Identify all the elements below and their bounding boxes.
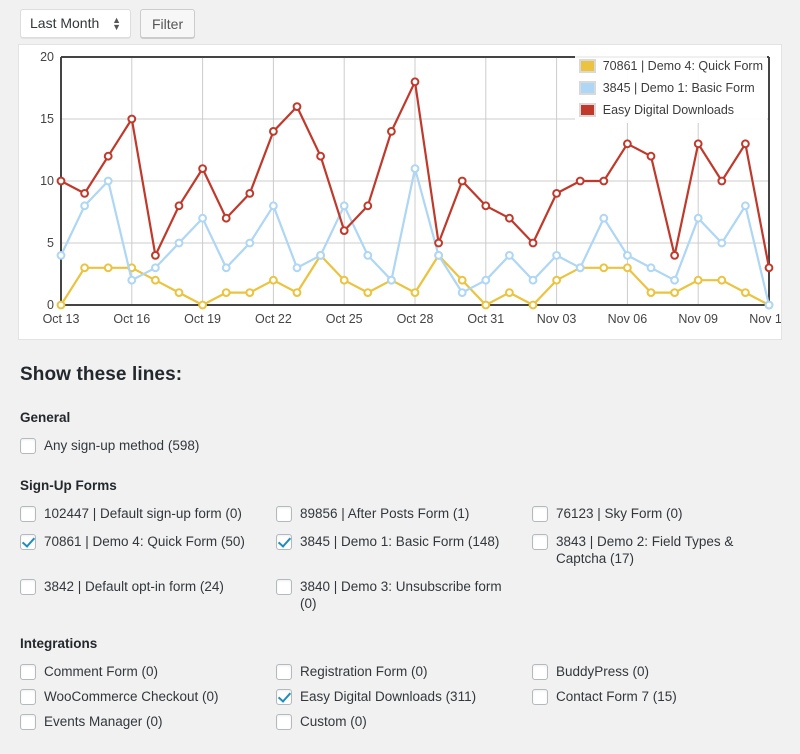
checkbox-icon[interactable] [532, 689, 548, 705]
filter-checkbox-item[interactable]: Registration Form (0) [276, 663, 532, 680]
legend-color-swatch [578, 103, 596, 117]
filter-checkbox-item[interactable]: Any sign-up method (598) [20, 437, 276, 454]
filter-checkbox-item[interactable]: 3842 | Default opt-in form (24) [20, 578, 276, 612]
filter-checkbox-item[interactable]: WooCommerce Checkout (0) [20, 688, 276, 705]
filter-group: Sign-Up Forms 102447 | Default sign-up fo… [20, 478, 780, 612]
filter-checkbox-item[interactable]: 3840 | Demo 3: Unsubscribe form (0) [276, 578, 532, 612]
filter-checkbox-label: 76123 | Sky Form (0) [556, 506, 683, 521]
legend-item[interactable]: 3845 | Demo 1: Basic Form [578, 77, 763, 99]
x-axis-tick-label: Oct 25 [326, 312, 363, 326]
chart-legend: 70861 | Demo 4: Quick Form 3845 | Demo 1:… [574, 53, 767, 123]
filter-checkbox-label: Contact Form 7 (15) [556, 689, 677, 704]
period-select[interactable]: Last Month [20, 9, 131, 38]
checkbox-icon[interactable] [532, 664, 548, 680]
checkbox-checked-icon[interactable] [20, 534, 36, 550]
checkbox-icon[interactable] [532, 534, 548, 550]
y-axis-tick-label: 10 [40, 174, 54, 188]
checkbox-grid: Comment Form (0) Registration Form (0) Bud… [20, 663, 780, 730]
filter-checkbox-item[interactable]: 70861 | Demo 4: Quick Form (50) [20, 533, 276, 567]
filter-checkbox-label: Custom (0) [300, 714, 367, 729]
checkbox-icon[interactable] [276, 714, 292, 730]
legend-color-swatch [578, 59, 596, 73]
y-axis-tick-label: 5 [47, 236, 54, 250]
filter-checkbox-label: 89856 | After Posts Form (1) [300, 506, 470, 521]
legend-item[interactable]: 70861 | Demo 4: Quick Form [578, 55, 763, 77]
filter-checkbox-label: Easy Digital Downloads (311) [300, 689, 477, 704]
checkbox-icon[interactable] [20, 714, 36, 730]
filter-checkbox-label: Any sign-up method (598) [44, 438, 200, 453]
x-axis-tick-label: Oct 28 [397, 312, 434, 326]
checkbox-icon[interactable] [276, 506, 292, 522]
checkbox-icon[interactable] [20, 689, 36, 705]
period-select-wrapper: Last Month ▲ ▼ [20, 9, 131, 38]
filter-group-title: General [20, 410, 71, 425]
filter-checkbox-label: 3840 | Demo 3: Unsubscribe form (0) [300, 579, 502, 611]
legend-label: 3845 | Demo 1: Basic Form [602, 81, 755, 95]
signups-line-chart: 0 5 10 15 20 Oct 13 Oct 16 Oct 19 Oct 22 Oct 25 Oc… [18, 44, 782, 340]
filter-checkbox-label: Events Manager (0) [44, 714, 163, 729]
x-axis-tick-label: Oct 19 [184, 312, 221, 326]
filter-checkbox-item[interactable]: 3845 | Demo 1: Basic Form (148) [276, 533, 532, 567]
filter-group: Integrations Comment Form (0) Registration… [20, 636, 780, 730]
filter-checkbox-item[interactable]: Easy Digital Downloads (311) [276, 688, 532, 705]
checkbox-icon[interactable] [20, 579, 36, 595]
x-axis-tick-label: Nov 06 [608, 312, 648, 326]
page-title: Show these lines: [20, 364, 183, 385]
filter-button[interactable]: Filter [140, 9, 196, 38]
filter-checkbox-label: 102447 | Default sign-up form (0) [44, 506, 242, 521]
legend-label: Easy Digital Downloads [602, 103, 735, 117]
checkbox-icon[interactable] [20, 438, 36, 454]
checkbox-checked-icon[interactable] [276, 534, 292, 550]
filter-checkbox-label: 70861 | Demo 4: Quick Form (50) [44, 534, 245, 549]
filter-checkbox-item[interactable]: 89856 | After Posts Form (1) [276, 505, 532, 522]
filter-checkbox-item[interactable]: 102447 | Default sign-up form (0) [20, 505, 276, 522]
filter-checkbox-label: WooCommerce Checkout (0) [44, 689, 219, 704]
line-filters: Show these lines: General Any sign-up met… [0, 364, 800, 730]
filter-checkbox-label: 3843 | Demo 2: Field Types & Captcha (17… [556, 534, 734, 566]
legend-label: 70861 | Demo 4: Quick Form [602, 59, 763, 73]
x-axis-tick-label: Oct 16 [113, 312, 150, 326]
filter-group-title: Sign-Up Forms [20, 478, 117, 493]
filter-groups: General Any sign-up method (598) Sign-Up F… [20, 410, 780, 730]
filter-checkbox-label: BuddyPress (0) [556, 664, 650, 679]
x-axis-tick-label: Nov 09 [678, 312, 718, 326]
checkbox-grid: Any sign-up method (598) [20, 437, 780, 454]
filter-checkbox-item[interactable]: Contact Form 7 (15) [532, 688, 780, 705]
x-axis-tick-label: Oct 31 [467, 312, 504, 326]
legend-color-swatch [578, 81, 596, 95]
filter-checkbox-label: 3842 | Default opt-in form (24) [44, 579, 224, 594]
filter-checkbox-label: Comment Form (0) [44, 664, 159, 679]
checkbox-icon[interactable] [276, 579, 292, 595]
filter-group: General Any sign-up method (598) [20, 410, 780, 454]
legend-item[interactable]: Easy Digital Downloads [578, 99, 763, 121]
checkbox-grid: 102447 | Default sign-up form (0) 89856 |… [20, 505, 780, 612]
filter-checkbox-label: 3845 | Demo 1: Basic Form (148) [300, 534, 500, 549]
filter-checkbox-label: Registration Form (0) [300, 664, 428, 679]
checkbox-icon[interactable] [532, 506, 548, 522]
checkbox-icon[interactable] [20, 506, 36, 522]
filter-checkbox-item[interactable]: Events Manager (0) [20, 713, 276, 730]
checkbox-checked-icon[interactable] [276, 689, 292, 705]
filter-group-title: Integrations [20, 636, 98, 651]
x-axis-tick-label: Nov 03 [537, 312, 577, 326]
filter-checkbox-item[interactable]: Comment Form (0) [20, 663, 276, 680]
checkbox-icon[interactable] [20, 664, 36, 680]
checkbox-icon[interactable] [276, 664, 292, 680]
x-axis-tick-label: Oct 13 [43, 312, 80, 326]
filter-checkbox-item[interactable]: Custom (0) [276, 713, 532, 730]
y-axis-tick-label: 15 [40, 112, 54, 126]
chart-toolbar: Last Month ▲ ▼ Filter [0, 0, 800, 44]
filter-checkbox-item[interactable]: 76123 | Sky Form (0) [532, 505, 780, 522]
x-axis-tick-label: Oct 22 [255, 312, 292, 326]
filter-checkbox-item[interactable]: BuddyPress (0) [532, 663, 780, 680]
y-axis-tick-label: 0 [47, 298, 54, 312]
y-axis-tick-label: 20 [40, 50, 54, 64]
filter-checkbox-item[interactable]: 3843 | Demo 2: Field Types & Captcha (17… [532, 533, 780, 567]
x-axis-tick-label: Nov 12 [749, 312, 782, 326]
